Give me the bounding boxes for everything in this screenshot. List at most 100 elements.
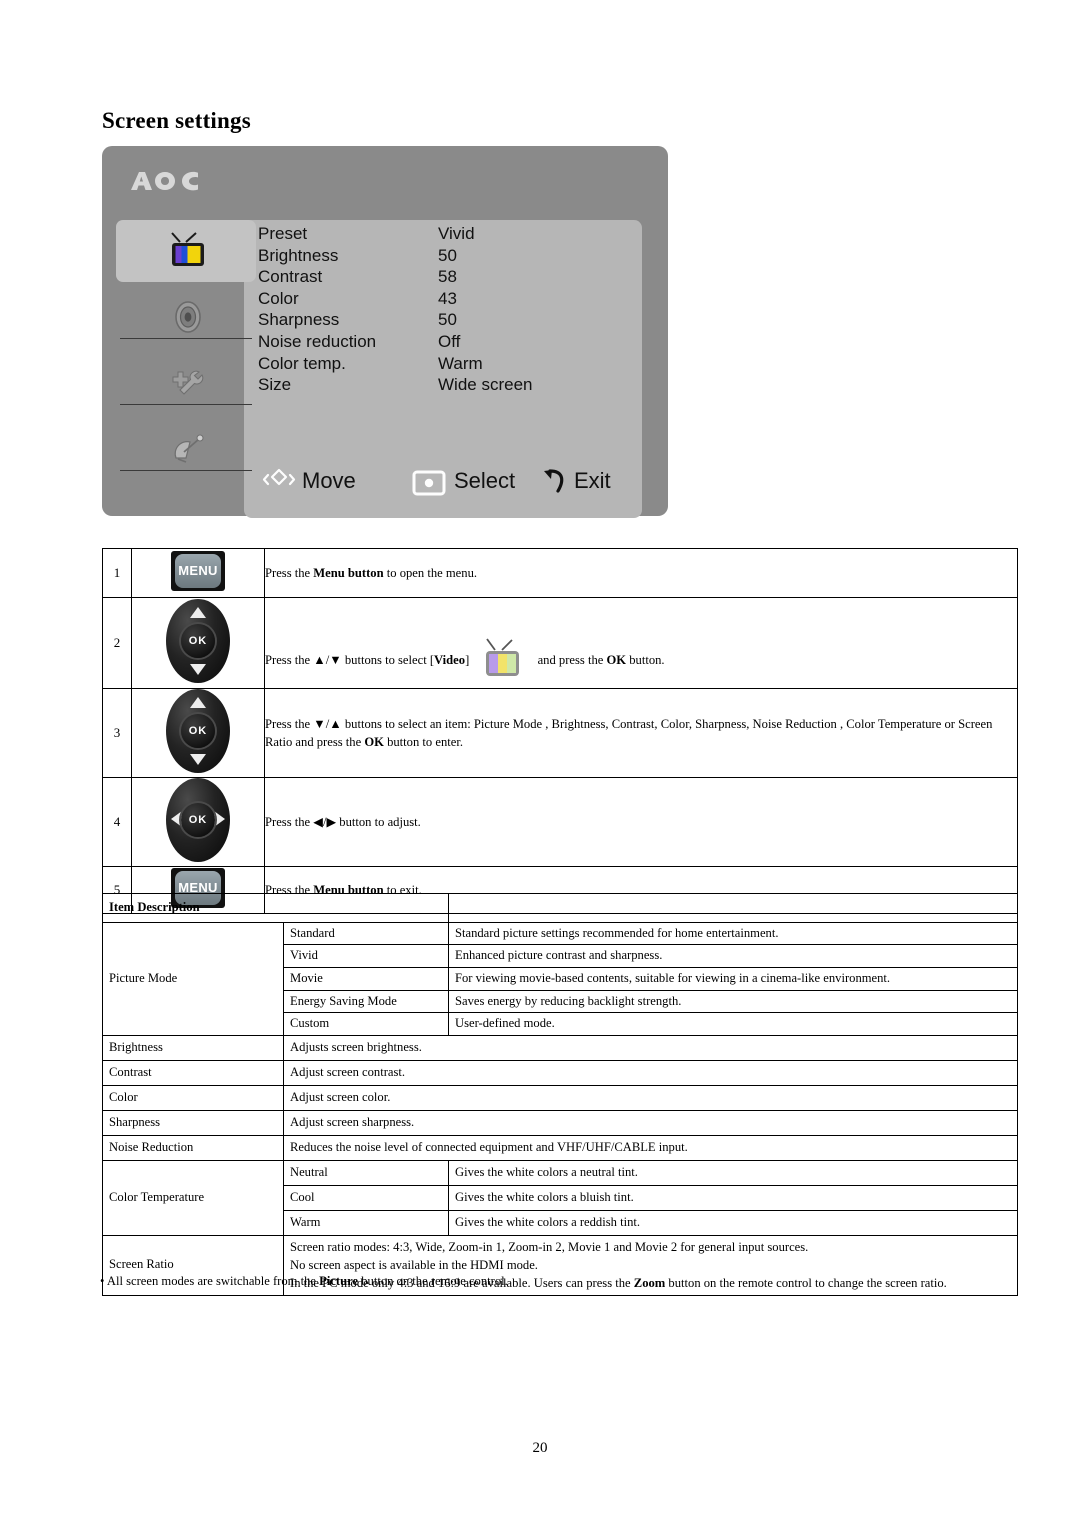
- osd-hint-bar: Move Select Exit: [102, 462, 668, 506]
- item-description-header-blank: [448, 893, 1018, 923]
- footnote-bold: Picture: [319, 1274, 359, 1288]
- table-row: 4 OK Press the ◀/▶ button to adjust.: [102, 777, 1018, 867]
- step-text: Press the ▲/▼ buttons to select [Video]: [264, 597, 1018, 689]
- table-row: Color Temperature Neutral Gives the whit…: [102, 1159, 1018, 1236]
- osd-row-preset[interactable]: Preset Vivid: [258, 224, 644, 246]
- step-icon-cell: MENU: [131, 548, 265, 598]
- step-number: 4: [102, 777, 132, 867]
- osd-hint-label: Exit: [574, 468, 611, 493]
- step-icon-cell: OK: [131, 777, 265, 867]
- step-text-bold: OK: [364, 735, 384, 749]
- steps-table: 1 MENU Press the Menu button to open the…: [102, 548, 1018, 914]
- step-number: 2: [102, 597, 132, 689]
- table-row: 3 OK Press the ▼/▲ buttons to select an …: [102, 688, 1018, 778]
- step-text-line: button to enter.: [383, 735, 463, 749]
- step-text-bold: Menu button: [313, 565, 384, 580]
- table-row: Picture Mode Standard Standard picture s…: [102, 921, 1018, 1036]
- item-desc: Adjusts screen brightness.: [283, 1034, 1018, 1061]
- wrench-icon: [172, 370, 204, 395]
- osd-row-color-temp[interactable]: Color temp. Warm: [258, 354, 644, 376]
- step-number: 1: [102, 548, 132, 598]
- item-sub-neutral: Neutral: [283, 1159, 449, 1186]
- item-sub-warm: Warm: [283, 1209, 449, 1236]
- arrow-down-icon[interactable]: [190, 664, 206, 675]
- item-desc: Enhanced picture contrast and sharpness.: [448, 944, 1018, 968]
- item-description-header: Item Description: [102, 893, 449, 923]
- ok-button[interactable]: OK: [181, 624, 215, 658]
- table-row: Brightness Adjusts screen brightness.: [102, 1034, 1018, 1061]
- sidebar-item-settings[interactable]: [116, 352, 256, 414]
- sidebar-item-audio[interactable]: [116, 286, 256, 348]
- osd-sidebar: [116, 220, 256, 480]
- dpad-updown-icon[interactable]: OK: [166, 689, 230, 773]
- osd-row-size[interactable]: Size Wide screen: [258, 375, 644, 397]
- tv-icon: [478, 636, 528, 684]
- osd-row-label: Sharpness: [258, 310, 340, 330]
- osd-row-color[interactable]: Color 43: [258, 289, 644, 311]
- item-desc: Gives the white colors a bluish tint.: [448, 1184, 1018, 1211]
- ok-button[interactable]: OK: [181, 803, 215, 837]
- exit-arrow-icon: [544, 469, 564, 493]
- step-text: Press the ◀/▶ button to adjust.: [264, 777, 1018, 867]
- item-sub-custom: Custom: [283, 1012, 449, 1036]
- item-desc: Gives the white colors a neutral tint.: [448, 1159, 1018, 1186]
- osd-row-value: 50: [438, 245, 457, 265]
- menu-button-icon[interactable]: MENU: [171, 551, 225, 591]
- dpad-leftright-icon[interactable]: OK: [166, 778, 230, 862]
- osd-row-label: Brightness: [258, 245, 339, 265]
- footnote: • All screen modes are switchable from t…: [100, 1274, 508, 1289]
- osd-row-value: 43: [438, 288, 457, 308]
- dpad-updown-icon[interactable]: OK: [166, 599, 230, 683]
- osd-row-brightness[interactable]: Brightness 50: [258, 246, 644, 268]
- ok-button[interactable]: OK: [181, 714, 215, 748]
- arrow-down-icon[interactable]: [190, 754, 206, 765]
- screen-ratio-line-2: No screen aspect is available in the HDM…: [290, 1258, 538, 1272]
- item-desc: Adjust screen sharpness.: [283, 1109, 1018, 1136]
- table-row: Sharpness Adjust screen sharpness.: [102, 1109, 1018, 1136]
- dpad-move-icon: [262, 468, 296, 486]
- item-desc: For viewing movie-based contents, suitab…: [448, 966, 1018, 991]
- osd-row-contrast[interactable]: Contrast 58: [258, 267, 644, 289]
- screen-ratio-line-3c: button on the remote control to change t…: [665, 1276, 947, 1291]
- item-label-contrast: Contrast: [102, 1059, 284, 1086]
- osd-row-noise-reduction[interactable]: Noise reduction Off: [258, 332, 644, 354]
- item-sub-energy-saving-mode: Energy Saving Mode: [283, 989, 449, 1014]
- tv-icon: [171, 232, 204, 266]
- item-sub-movie: Movie: [283, 966, 449, 991]
- step-text: Press the Menu button to open the menu.: [264, 548, 1018, 598]
- item-desc: User-defined mode.: [448, 1012, 1018, 1036]
- footnote-suffix: button on the remote control.: [358, 1274, 508, 1288]
- screen-ratio-zoom-bold: Zoom: [633, 1276, 666, 1291]
- osd-row-sharpness[interactable]: Sharpness 50: [258, 310, 644, 332]
- sidebar-divider: [120, 404, 252, 405]
- item-label-brightness: Brightness: [102, 1034, 284, 1061]
- table-row: 1 MENU Press the Menu button to open the…: [102, 548, 1018, 598]
- arrow-up-icon[interactable]: [190, 607, 206, 618]
- item-label-picture-mode: Picture Mode: [102, 921, 284, 1036]
- osd-row-value: Vivid: [438, 224, 475, 243]
- osd-row-value: Wide screen: [438, 375, 533, 395]
- table-row: Noise Reduction Reduces the noise level …: [102, 1134, 1018, 1161]
- step-number: 3: [102, 688, 132, 778]
- osd-hint-label: Move: [302, 468, 356, 493]
- osd-row-value: 58: [438, 267, 457, 287]
- osd-row-label: Color temp.: [258, 353, 346, 373]
- sidebar-divider: [120, 338, 252, 339]
- table-row-header: Item Description: [102, 893, 1018, 923]
- table-row: Contrast Adjust screen contrast.: [102, 1059, 1018, 1086]
- item-description-table: Item Description Picture Mode Standard S…: [102, 893, 1018, 1296]
- page-number: 20: [532, 1440, 548, 1456]
- osd-row-label: Contrast: [258, 267, 323, 287]
- arrow-right-icon[interactable]: [214, 811, 225, 827]
- arrow-up-icon[interactable]: [190, 697, 206, 708]
- screen-ratio-line-1: Screen ratio modes: 4:3, Wide, Zoom-in 1…: [290, 1239, 809, 1254]
- osd-row-label: Noise reduction: [258, 331, 377, 351]
- sidebar-item-video[interactable]: [116, 220, 256, 282]
- step-icon-cell: OK: [131, 597, 265, 689]
- step-text-bold: Video: [434, 652, 466, 667]
- item-desc: Adjust screen contrast.: [283, 1059, 1018, 1086]
- speaker-icon: [175, 301, 201, 333]
- step-icon-cell: OK: [131, 688, 265, 778]
- item-label-sharpness: Sharpness: [102, 1109, 284, 1136]
- item-sub-cool: Cool: [283, 1184, 449, 1211]
